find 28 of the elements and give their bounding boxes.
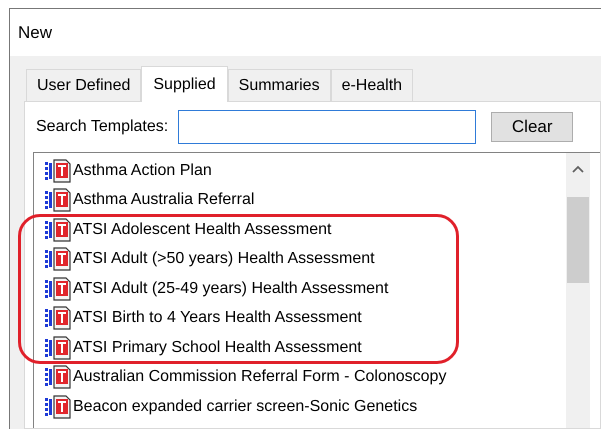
tab[interactable]: Supplied (141, 66, 228, 102)
template-icon (44, 394, 72, 419)
clear-button[interactable]: Clear (491, 112, 574, 142)
search-field[interactable] (178, 110, 476, 144)
template-icon (44, 158, 72, 183)
search-label: Search Templates: (36, 117, 168, 137)
tab[interactable]: User Defined (26, 69, 142, 101)
template-item[interactable]: ATSI Birth to 4 Years Health Assessment (44, 306, 362, 330)
template-icon (44, 306, 72, 330)
template-item[interactable]: ATSI Adolescent Health Assessment (44, 218, 332, 242)
template-item[interactable]: ATSI Primary School Health Assessment (44, 336, 362, 360)
window-title: New (18, 22, 52, 44)
scroll-thumb[interactable] (567, 197, 589, 283)
template-icon (44, 218, 72, 242)
tab[interactable]: Summaries (228, 69, 331, 101)
template-icon (44, 336, 72, 360)
scroll-up-icon (572, 165, 584, 173)
template-item[interactable]: Asthma Australia Referral (44, 188, 254, 212)
template-icon (44, 276, 72, 301)
template-item[interactable]: ATSI Adult (>50 years) Health Assessment (44, 247, 375, 272)
template-item[interactable]: Asthma Action Plan (44, 158, 212, 183)
template-icon (44, 365, 72, 390)
template-item[interactable]: ATSI Adult (25-49 years) Health Assessment (44, 276, 388, 301)
template-item[interactable]: Australian Commission Referral Form - Colonoscopy (44, 365, 446, 390)
template-icon (44, 247, 72, 272)
tab[interactable]: e-Health (330, 69, 414, 101)
template-icon (44, 188, 72, 212)
template-item[interactable]: Beacon expanded carrier screen-Sonic Genetics (44, 394, 418, 419)
